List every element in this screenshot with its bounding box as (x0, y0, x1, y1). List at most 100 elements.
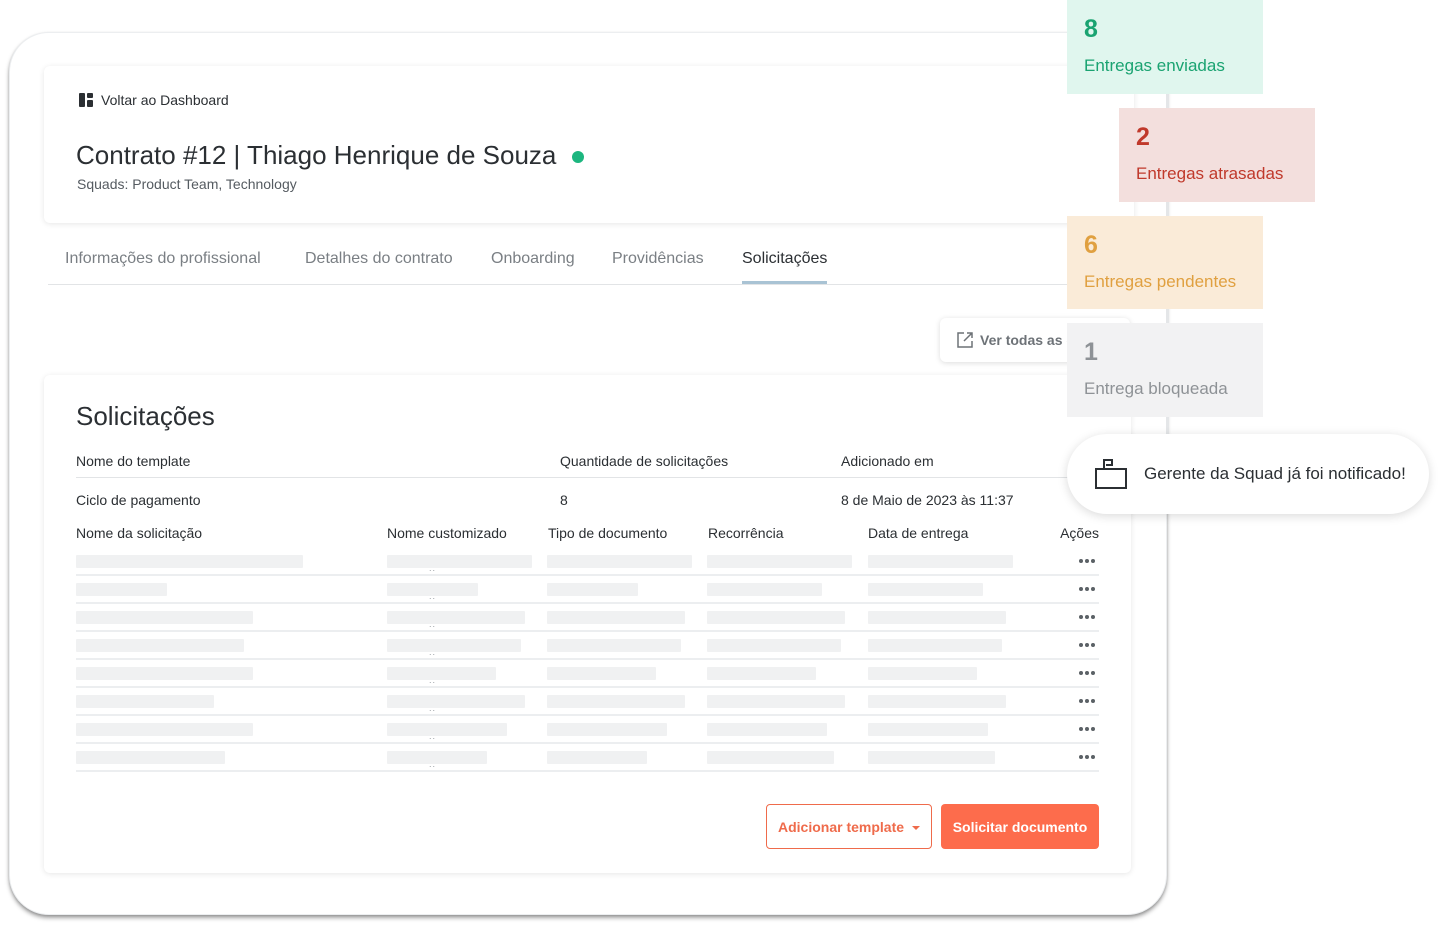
requests-table-body: ................ (76, 548, 1099, 772)
skeleton-dots: .. (429, 563, 437, 573)
skeleton-cell (76, 611, 253, 624)
col-recurrence: Recorrência (708, 525, 784, 541)
tab-providencias[interactable]: Providências (612, 250, 704, 268)
dot (1079, 755, 1083, 759)
notification-toast: Gerente da Squad já foi notificado! (1067, 434, 1429, 514)
table-row[interactable]: .. (76, 744, 1099, 772)
tab-detalhes-contrato[interactable]: Detalhes do contrato (305, 250, 453, 268)
skeleton-cell (387, 695, 525, 708)
skeleton-cell (868, 583, 983, 596)
request-document-button[interactable]: Solicitar documento (941, 804, 1099, 849)
mailbox-icon (1095, 459, 1127, 489)
skeleton-dots: .. (429, 619, 437, 629)
more-actions-icon[interactable] (1075, 552, 1099, 570)
col-request-name: Nome da solicitação (76, 525, 203, 541)
skeleton-cell (76, 555, 303, 568)
col-document-type: Tipo de documento (548, 525, 668, 541)
page-title: Contrato #12 | Thiago Henrique de Souza (76, 140, 585, 171)
more-actions-icon[interactable] (1075, 580, 1099, 598)
skeleton-cell (868, 611, 1006, 624)
skeleton-dots: .. (429, 731, 437, 741)
skeleton-cell (868, 751, 995, 764)
more-actions-icon[interactable] (1075, 664, 1099, 682)
requests-table-header: Nome da solicitação Nome customizado Tip… (76, 524, 1099, 546)
skeleton-cell (76, 667, 253, 680)
dot (1091, 755, 1095, 759)
skeleton-cell (387, 667, 496, 680)
skeleton-cell (387, 555, 532, 568)
squads-text: Squads: Product Team, Technology (77, 176, 297, 192)
dot (1085, 587, 1089, 591)
table-row[interactable]: .. (76, 716, 1099, 744)
template-row[interactable]: Ciclo de pagamento 8 8 de Maio de 2023 à… (76, 490, 1099, 510)
skeleton-cell (868, 555, 1013, 568)
dot (1091, 671, 1095, 675)
template-name: Ciclo de pagamento (76, 492, 201, 508)
caret-down-icon (912, 825, 921, 830)
skeleton-cell (707, 583, 822, 596)
tab-bar: Informações do profissional Detalhes do … (48, 246, 1134, 285)
skeleton-cell (76, 751, 225, 764)
skeleton-dots: .. (429, 759, 437, 769)
col-added-on: Adicionado em (841, 453, 934, 469)
skeleton-cell (547, 723, 667, 736)
stat-sent-value: 8 (1084, 15, 1098, 43)
tab-onboarding[interactable]: Onboarding (491, 250, 575, 268)
dot (1091, 587, 1095, 591)
dot (1091, 559, 1095, 563)
skeleton-cell (707, 723, 827, 736)
col-custom-name: Nome customizado (387, 525, 507, 541)
skeleton-cell (868, 639, 1002, 652)
col-actions: Ações (1060, 525, 1099, 541)
table-row[interactable]: .. (76, 576, 1099, 604)
stat-pending-label: Entregas pendentes (1084, 272, 1237, 291)
stat-sent-deliveries: 8 Entregas enviadas (1067, 0, 1263, 94)
dot (1079, 615, 1083, 619)
table-row[interactable]: .. (76, 660, 1099, 688)
skeleton-cell (547, 695, 685, 708)
more-actions-icon[interactable] (1075, 720, 1099, 738)
dot (1085, 643, 1089, 647)
skeleton-cell (76, 695, 214, 708)
skeleton-cell (547, 751, 647, 764)
dot (1085, 699, 1089, 703)
section-title: Solicitações (76, 401, 215, 431)
dot (1085, 755, 1089, 759)
back-to-dashboard-link[interactable]: Voltar ao Dashboard (78, 92, 229, 108)
dot (1091, 699, 1095, 703)
external-link-icon (957, 332, 973, 348)
skeleton-cell (76, 639, 244, 652)
col-request-count: Quantidade de solicitações (560, 453, 729, 469)
more-actions-icon[interactable] (1075, 748, 1099, 766)
table-row[interactable]: .. (76, 548, 1099, 576)
dot (1079, 559, 1083, 563)
stat-late-deliveries: 2 Entregas atrasadas (1119, 108, 1315, 202)
add-template-button[interactable]: Adicionar template (766, 804, 932, 849)
stat-blocked-value: 1 (1084, 338, 1098, 366)
stat-late-label: Entregas atrasadas (1136, 164, 1284, 183)
add-template-label: Adicionar template (777, 818, 905, 835)
contract-title-text: Contrato #12 | Thiago Henrique de Souza (76, 140, 557, 170)
skeleton-cell (707, 751, 834, 764)
template-count: 8 (560, 492, 568, 508)
skeleton-cell (76, 723, 253, 736)
stat-pending-deliveries: 6 Entregas pendentes (1067, 216, 1263, 309)
table-row[interactable]: .. (76, 632, 1099, 660)
dashboard-icon (79, 93, 93, 107)
table-row[interactable]: .. (76, 688, 1099, 716)
skeleton-cell (868, 723, 988, 736)
skeleton-cell (707, 555, 852, 568)
stat-blocked-label: Entrega bloqueada (1084, 379, 1228, 398)
skeleton-cell (387, 639, 521, 652)
notification-text: Gerente da Squad já foi notificado! (1144, 464, 1406, 483)
more-actions-icon[interactable] (1075, 692, 1099, 710)
dot (1091, 615, 1095, 619)
table-row[interactable]: .. (76, 604, 1099, 632)
stat-late-value: 2 (1136, 123, 1150, 151)
tab-informacoes-profissional[interactable]: Informações do profissional (65, 250, 261, 268)
more-actions-icon[interactable] (1075, 636, 1099, 654)
dot (1079, 727, 1083, 731)
tab-solicitacoes[interactable]: Solicitações (742, 250, 828, 284)
more-actions-icon[interactable] (1075, 608, 1099, 626)
skeleton-cell (387, 751, 487, 764)
